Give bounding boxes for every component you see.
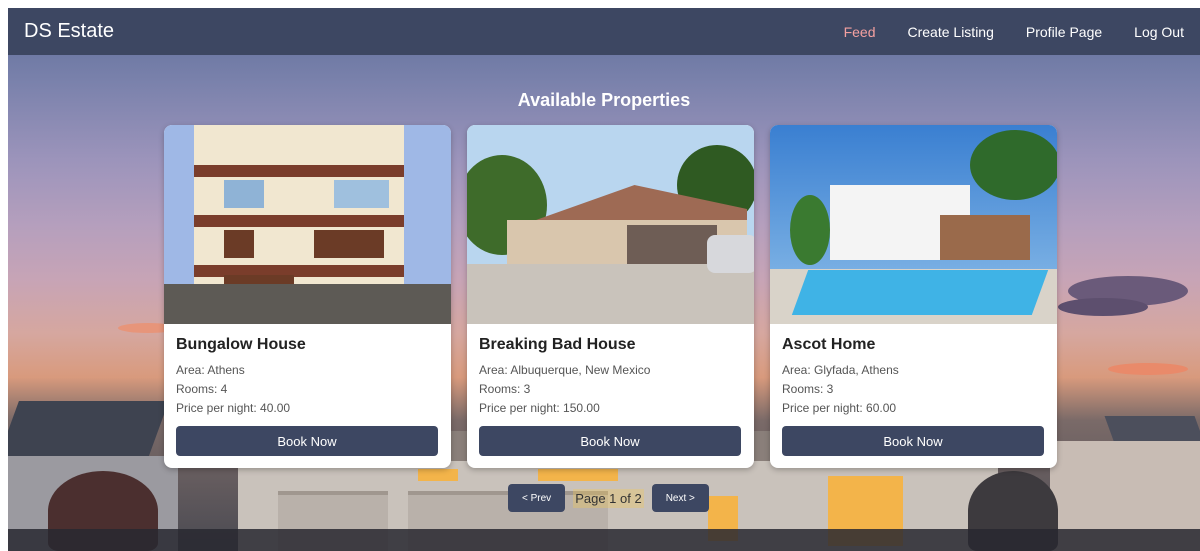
listing-price: Price per night: 60.00: [782, 401, 897, 415]
listing-price: Price per night: 40.00: [176, 401, 291, 415]
listing-photo: [467, 125, 754, 324]
listing-body: Breaking Bad House Area: Albuquerque, Ne…: [467, 324, 754, 418]
listing-area: Area: Athens: [176, 363, 245, 377]
listing-rooms: Rooms: 4: [176, 382, 228, 396]
book-now-button[interactable]: Book Now: [176, 426, 438, 456]
listing-card: Bungalow House Area: Athens Rooms: 4 Pri…: [164, 125, 451, 468]
listing-price: Price per night: 150.00: [479, 401, 600, 415]
navbar: DS Estate Feed Create Listing Profile Pa…: [8, 8, 1200, 55]
listing-cards: Bungalow House Area: Athens Rooms: 4 Pri…: [164, 125, 1057, 468]
page-title: Available Properties: [517, 90, 691, 110]
listing-area: Area: Albuquerque, New Mexico: [479, 363, 651, 377]
listing-title: Ascot Home: [782, 336, 876, 353]
listing-card: Breaking Bad House Area: Albuquerque, Ne…: [467, 125, 754, 468]
book-now-button[interactable]: Book Now: [782, 426, 1044, 456]
listing-body: Ascot Home Area: Glyfada, Athens Rooms: …: [770, 324, 1057, 418]
book-now-button[interactable]: Book Now: [479, 426, 741, 456]
nav-link-profile-page[interactable]: Profile Page: [1026, 24, 1102, 40]
listing-rooms: Rooms: 3: [782, 382, 834, 396]
nav-link-feed[interactable]: Feed: [844, 24, 876, 40]
listing-rooms: Rooms: 3: [479, 382, 531, 396]
listing-title: Bungalow House: [176, 336, 306, 353]
listing-card: Ascot Home Area: Glyfada, Athens Rooms: …: [770, 125, 1057, 468]
nav-links: Feed Create Listing Profile Page Log Out: [812, 24, 1184, 40]
pagination: < Prev Page 1 of 2 Next >: [508, 484, 709, 512]
nav-link-log-out[interactable]: Log Out: [1134, 24, 1184, 40]
page-frame: DS Estate Feed Create Listing Profile Pa…: [8, 8, 1200, 551]
prev-page-button[interactable]: < Prev: [508, 484, 566, 512]
listing-photo: [164, 125, 451, 324]
nav-link-create-listing[interactable]: Create Listing: [908, 24, 994, 40]
page-status: Page 1 of 2: [573, 488, 644, 508]
brand-logo[interactable]: DS Estate: [24, 20, 114, 43]
listing-area: Area: Glyfada, Athens: [782, 363, 899, 377]
listing-title: Breaking Bad House: [479, 336, 636, 353]
listing-photo: [770, 125, 1057, 324]
next-page-button[interactable]: Next >: [651, 484, 709, 512]
listing-body: Bungalow House Area: Athens Rooms: 4 Pri…: [164, 324, 451, 418]
